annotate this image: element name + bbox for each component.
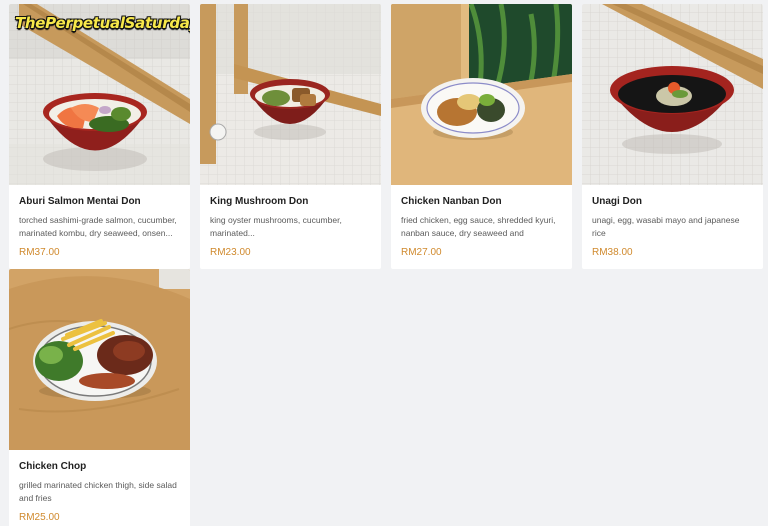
item-price: RM27.00	[401, 247, 442, 258]
mushroom-bowl-photo	[200, 4, 381, 185]
item-description: fried chicken, egg sauce, shredded kyuri…	[401, 215, 556, 238]
item-price: RM25.00	[19, 512, 60, 523]
food-image: ThePerpetualSaturday	[9, 4, 190, 185]
chicken-chop-photo	[9, 269, 190, 450]
menu-item-card[interactable]: Unagi Don unagi, egg, wasabi mayo and ja…	[582, 4, 763, 269]
item-description: unagi, egg, wasabi mayo and japanese ric…	[592, 215, 740, 238]
food-image	[391, 4, 572, 185]
watermark-text: ThePerpetualSaturday	[15, 14, 190, 32]
item-price: RM23.00	[210, 247, 251, 258]
item-name: King Mushroom Don	[210, 196, 309, 207]
item-name: Unagi Don	[592, 196, 642, 207]
menu-item-card[interactable]: ThePerpetualSaturday Aburi Salmon Mentai…	[9, 4, 190, 269]
item-price: RM37.00	[19, 247, 60, 258]
chicken-nanban-photo	[391, 4, 572, 185]
item-name: Chicken Chop	[19, 461, 87, 472]
item-name: Chicken Nanban Don	[401, 196, 502, 207]
food-image	[200, 4, 381, 185]
menu-item-card[interactable]: Chicken Nanban Don fried chicken, egg sa…	[391, 4, 572, 269]
food-image	[582, 4, 763, 185]
item-description: torched sashimi-grade salmon, cucumber, …	[19, 215, 177, 238]
menu-item-card[interactable]: King Mushroom Don king oyster mushrooms,…	[200, 4, 381, 269]
item-description: grilled marinated chicken thigh, side sa…	[19, 480, 177, 503]
item-name: Aburi Salmon Mentai Don	[19, 196, 141, 207]
unagi-bowl-photo	[582, 4, 763, 185]
item-description: king oyster mushrooms, cucumber, marinat…	[210, 215, 342, 238]
item-price: RM38.00	[592, 247, 633, 258]
food-image	[9, 269, 190, 450]
menu-item-card[interactable]: Chicken Chop grilled marinated chicken t…	[9, 269, 190, 526]
